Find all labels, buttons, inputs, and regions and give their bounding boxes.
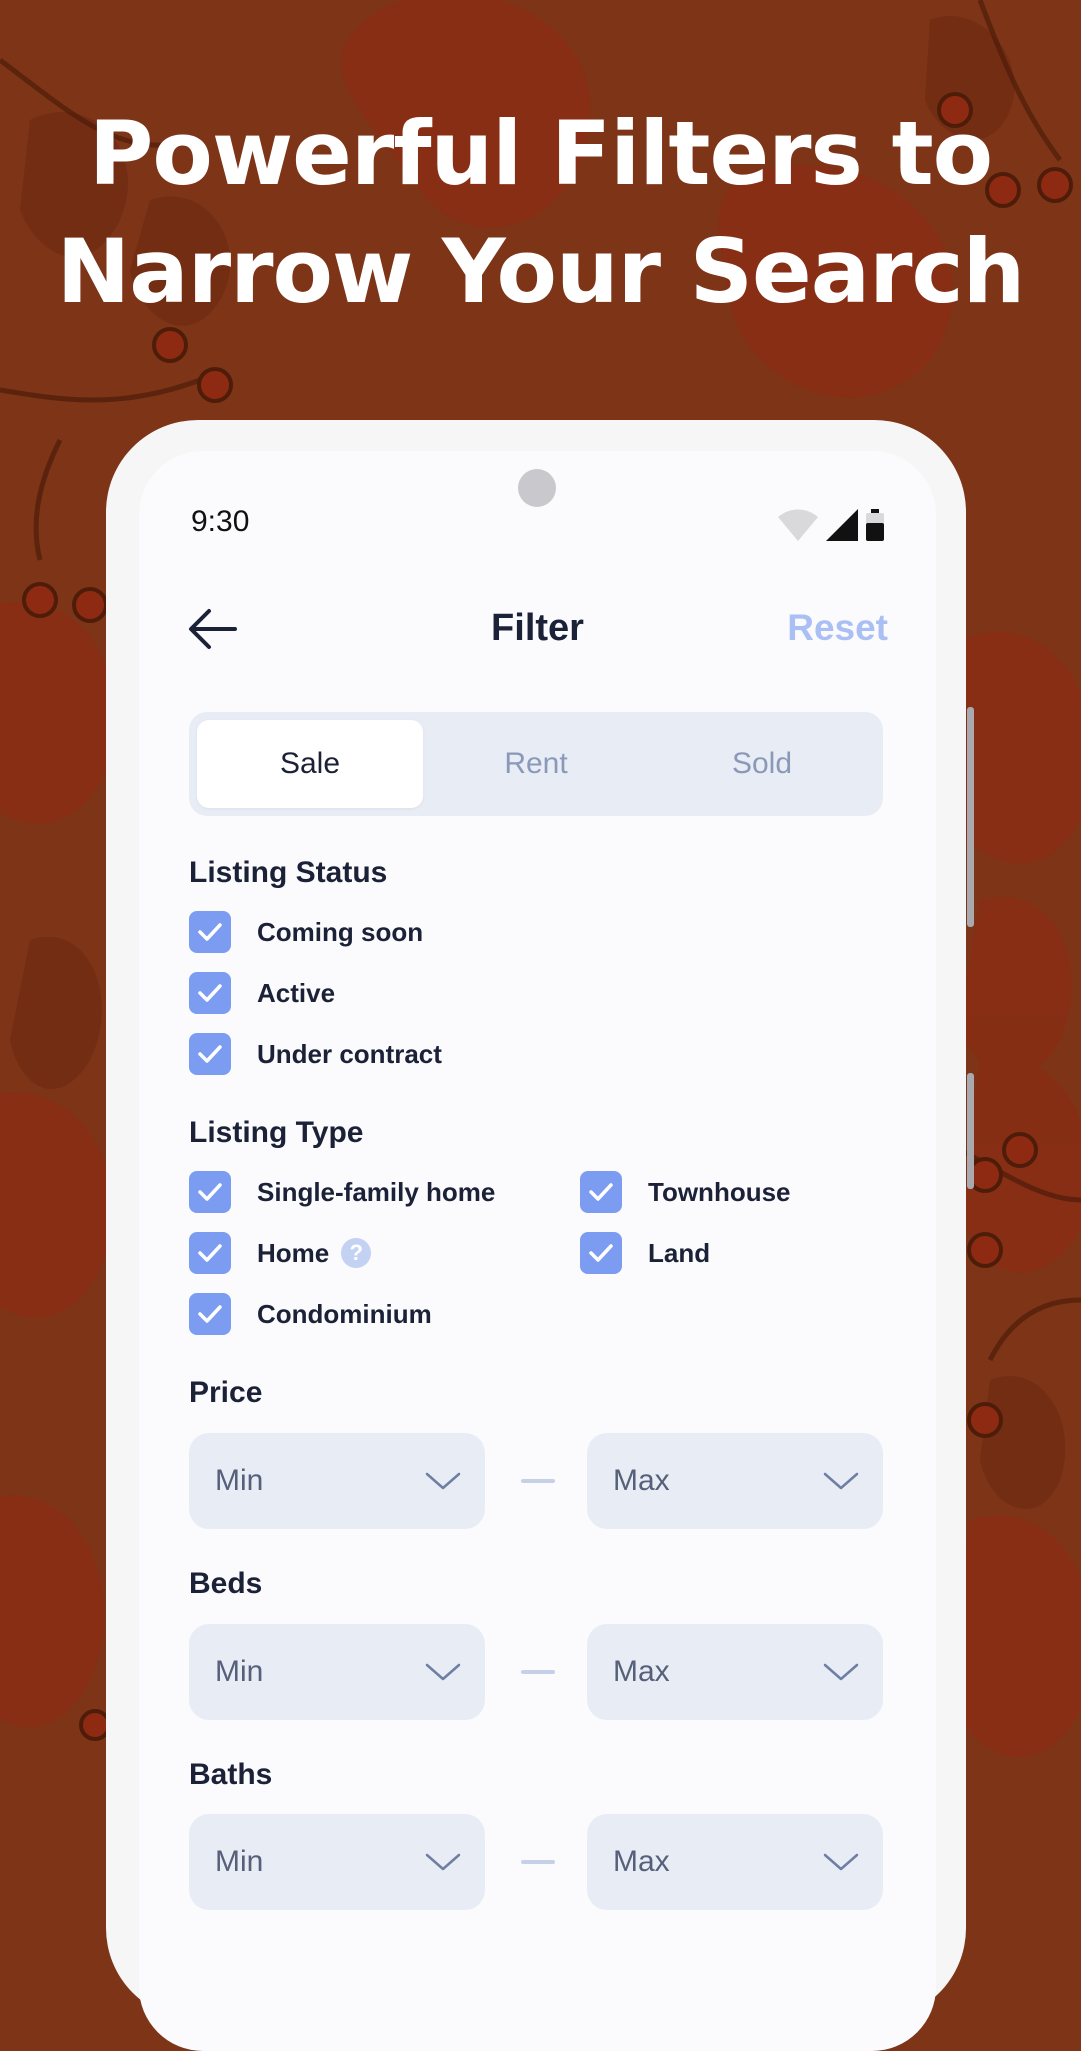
- headline-line-2: Narrow Your Search: [56, 220, 1026, 323]
- status-time: 9:30: [191, 505, 250, 538]
- battery-icon: [866, 509, 884, 541]
- range-separator: [521, 1670, 555, 1674]
- tab-sale[interactable]: Sale: [197, 720, 423, 808]
- listing-mode-tabs: Sale Rent Sold: [189, 712, 883, 816]
- checkbox-box[interactable]: [189, 1171, 231, 1213]
- beds-heading: Beds: [189, 1567, 263, 1600]
- chevron-down-icon: [425, 1853, 461, 1871]
- checkmark-icon: [198, 984, 222, 1002]
- listing-type-heading: Listing Type: [189, 1116, 364, 1149]
- checkmark-icon: [198, 1045, 222, 1063]
- front-camera: [518, 469, 556, 507]
- tab-sold[interactable]: Sold: [649, 720, 875, 808]
- phone-volume-button: [967, 707, 974, 927]
- listing-status-heading: Listing Status: [189, 856, 388, 889]
- reset-button[interactable]: Reset: [787, 607, 888, 649]
- checkbox-active[interactable]: Active: [189, 972, 335, 1014]
- checkbox-box[interactable]: [580, 1171, 622, 1213]
- baths-min-select[interactable]: Min: [189, 1814, 485, 1910]
- checkbox-box[interactable]: [189, 972, 231, 1014]
- checkbox-box[interactable]: [580, 1232, 622, 1274]
- select-value: Max: [613, 1655, 670, 1688]
- checkbox-box[interactable]: [189, 1033, 231, 1075]
- chevron-down-icon: [823, 1663, 859, 1681]
- status-icons: [778, 509, 884, 541]
- checkbox-label: Active: [257, 977, 336, 1008]
- checkmark-icon: [198, 923, 222, 941]
- checkbox-box[interactable]: [189, 911, 231, 953]
- checkbox-land[interactable]: Land: [580, 1232, 710, 1274]
- checkbox-single-family-home[interactable]: Single-family home: [189, 1171, 495, 1213]
- range-separator: [521, 1860, 555, 1864]
- checkmark-icon: [198, 1183, 222, 1201]
- range-separator: [521, 1479, 555, 1483]
- question-icon[interactable]: ?: [341, 1238, 372, 1268]
- checkbox-label: Land: [648, 1237, 711, 1268]
- checkbox-label: Townhouse: [648, 1176, 791, 1207]
- checkmark-icon: [198, 1305, 222, 1323]
- checkbox-coming-soon[interactable]: Coming soon: [189, 911, 423, 953]
- wifi-icon: [778, 509, 818, 541]
- checkbox-box[interactable]: [189, 1232, 231, 1274]
- chevron-down-icon: [425, 1472, 461, 1490]
- chevron-down-icon: [823, 1853, 859, 1871]
- baths-max-select[interactable]: Max: [587, 1814, 883, 1910]
- checkbox-box[interactable]: [189, 1293, 231, 1335]
- price-heading: Price: [189, 1376, 263, 1409]
- phone-screen: 9:30 Filter Reset Sale Rent Sold Listing…: [139, 451, 936, 2051]
- checkmark-icon: [589, 1244, 613, 1262]
- phone-power-button: [967, 1073, 974, 1189]
- select-value: Max: [613, 1464, 670, 1497]
- tab-rent[interactable]: Rent: [423, 720, 649, 808]
- beds-min-select[interactable]: Min: [189, 1624, 485, 1720]
- checkbox-condominium[interactable]: Condominium: [189, 1293, 432, 1335]
- baths-heading: Baths: [189, 1758, 273, 1791]
- select-value: Min: [215, 1655, 264, 1688]
- checkbox-townhouse[interactable]: Townhouse: [580, 1171, 791, 1213]
- select-value: Min: [215, 1845, 264, 1878]
- chevron-down-icon: [425, 1663, 461, 1681]
- beds-max-select[interactable]: Max: [587, 1624, 883, 1720]
- checkbox-label: Single-family home: [257, 1176, 496, 1207]
- price-min-select[interactable]: Min: [189, 1433, 485, 1529]
- checkbox-under-contract[interactable]: Under contract: [189, 1033, 442, 1075]
- select-value: Min: [215, 1464, 264, 1497]
- checkbox-label: Condominium: [257, 1298, 432, 1329]
- promo-headline: Powerful Filters to Narrow Your Search: [0, 95, 1081, 331]
- checkbox-home[interactable]: Home ?: [189, 1232, 372, 1274]
- headline-line-1: Powerful Filters to: [88, 102, 993, 205]
- signal-icon: [826, 509, 858, 541]
- checkbox-label: Coming soon: [257, 916, 424, 947]
- checkmark-icon: [589, 1183, 613, 1201]
- checkbox-label: Home: [257, 1237, 330, 1268]
- checkbox-label: Under contract: [257, 1038, 442, 1069]
- price-max-select[interactable]: Max: [587, 1433, 883, 1529]
- select-value: Max: [613, 1845, 670, 1878]
- chevron-down-icon: [823, 1472, 859, 1490]
- checkmark-icon: [198, 1244, 222, 1262]
